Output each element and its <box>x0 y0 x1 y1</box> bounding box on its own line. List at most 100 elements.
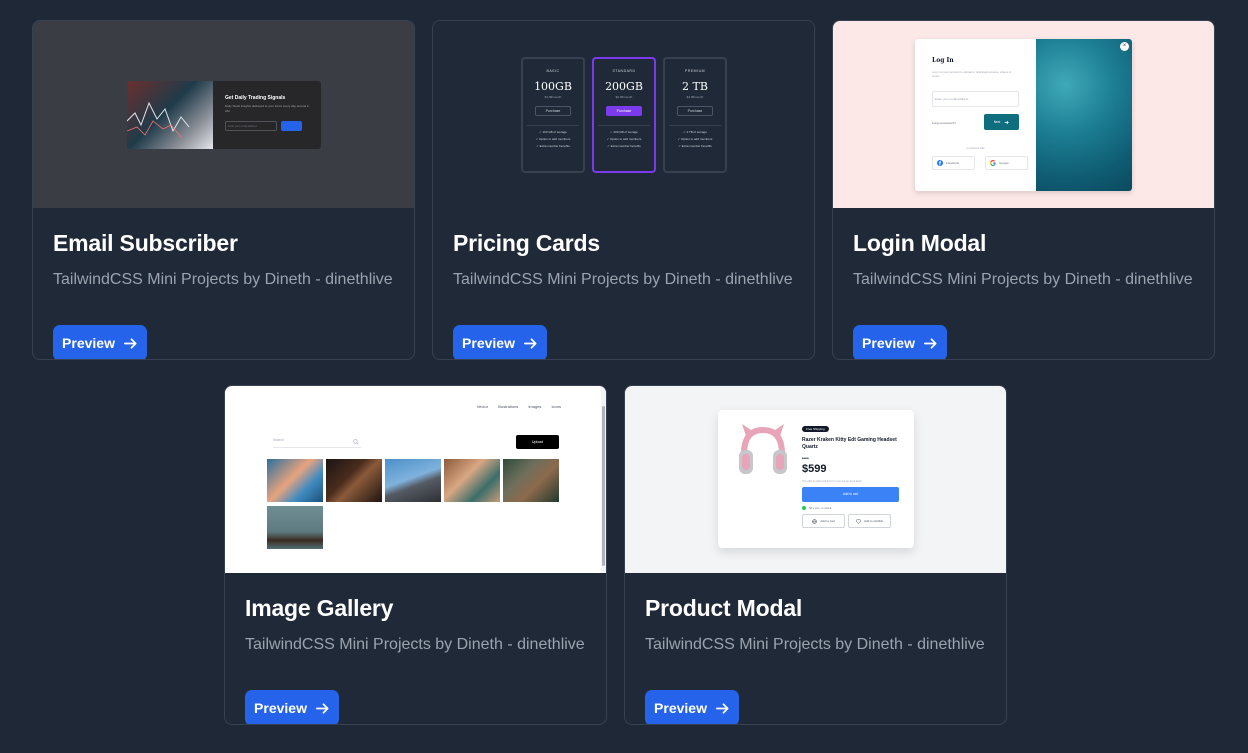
arrow-right-icon <box>524 337 537 349</box>
login-subtext: Log in to your account to upload or down… <box>932 70 1012 79</box>
gallery-scrollbar <box>601 386 606 573</box>
plan-feature: ✓ 100 GB of storage <box>539 130 567 134</box>
arrow-right-icon <box>124 337 137 349</box>
card-subtitle: TailwindCSS Mini Projects by Dineth - di… <box>453 271 793 288</box>
email-subscriber-box: Get Daily Trading Signals Daily Stock in… <box>127 81 321 149</box>
pricing-plan-standard: STANDARD 200GB $2.99/month Purchase ✓ 20… <box>592 57 656 173</box>
login-forgot-link: Forgot password? <box>932 121 957 125</box>
email-input: Enter your email address <box>225 121 277 131</box>
image-gallery-thumbnail: Vector Illustrations Images Icons Search… <box>225 386 606 573</box>
facebook-login-button: Facebook <box>932 156 975 170</box>
preview-label: Preview <box>62 335 115 351</box>
plan-size: 200GB <box>605 80 643 93</box>
plan-feature: ✓ Extra member benefits <box>678 144 712 148</box>
card-subtitle: TailwindCSS Mini Projects by Dineth - di… <box>53 271 393 288</box>
arrow-right-icon <box>1004 120 1010 124</box>
close-icon: × <box>1120 42 1129 51</box>
plan-feature: ✓ Extra member benefits <box>607 144 641 148</box>
gallery-image <box>385 459 441 502</box>
preview-button[interactable]: Preview <box>245 690 339 724</box>
card-subtitle: TailwindCSS Mini Projects by Dineth - di… <box>245 636 585 653</box>
preview-button[interactable]: Preview <box>453 325 547 359</box>
plan-divider <box>669 125 721 126</box>
preview-label: Preview <box>254 700 307 716</box>
plan-feature: ✓ 200 GB of storage <box>610 130 638 134</box>
plan-features: ✓ 2 TB of storage ✓ Option to add member… <box>665 129 725 150</box>
card-title: Image Gallery <box>245 595 394 621</box>
login-modal-box: Log In Log in to your account to upload … <box>915 39 1132 191</box>
preview-label: Preview <box>862 335 915 351</box>
plan-size: 2 TB <box>682 80 708 93</box>
plan-size: 100GB <box>534 80 572 93</box>
search-icon <box>353 439 359 445</box>
plan-purchase-button: Purchase <box>677 106 713 116</box>
plan-price: $2.99/month <box>615 95 633 99</box>
gallery-search-input: Search <box>273 438 361 448</box>
plan-price: $4.99/month <box>686 95 704 99</box>
gallery-nav-item: Icons <box>551 404 561 409</box>
email-heading: Get Daily Trading Signals <box>225 95 286 101</box>
project-card-login-modal: Log In Log in to your account to upload … <box>832 20 1215 360</box>
card-title: Login Modal <box>853 230 987 256</box>
product-modal-thumbnail: Free Shipping Razer Kraken Kitty Edt Gam… <box>625 386 1006 573</box>
headset-image <box>739 424 787 474</box>
login-heading: Log In <box>932 57 954 64</box>
plan-divider <box>598 125 650 126</box>
plan-tier: PREMIUM <box>684 69 706 73</box>
wishlist-label: Add to wishlist <box>863 519 884 523</box>
login-next-label: Next <box>993 120 1001 124</box>
heart-icon <box>855 518 861 524</box>
product-stock: 50+ pcs. in stock <box>802 506 832 511</box>
preview-button[interactable]: Preview <box>53 325 147 359</box>
gallery-nav-item: Illustrations <box>498 404 519 409</box>
facebook-icon <box>937 160 943 166</box>
preview-button[interactable]: Preview <box>645 690 739 724</box>
gallery-image <box>267 459 323 502</box>
arrow-right-icon <box>316 702 329 714</box>
plan-features: ✓ 200 GB of storage ✓ Option to add memb… <box>594 129 654 150</box>
pricing-plan-basic: BASIC 100GB $1.99/month Purchase ✓ 100 G… <box>521 57 585 173</box>
stock-label: 50+ pcs. in stock <box>809 506 832 510</box>
gallery-image <box>503 459 559 502</box>
card-title: Pricing Cards <box>453 230 600 256</box>
preview-button[interactable]: Preview <box>853 325 947 359</box>
product-price: $599 <box>802 463 827 475</box>
product-tag: Free Shipping <box>802 426 829 432</box>
email-subscriber-thumbnail: Get Daily Trading Signals Daily Stock in… <box>33 21 414 208</box>
product-name: Razer Kraken Kitty Edt Gaming Headset Qu… <box>802 437 897 450</box>
product-add-to-cart-button: Add to cart <box>802 487 899 502</box>
email-text: Daily Stock insights delivered to your i… <box>225 104 309 113</box>
plan-tier: STANDARD <box>612 69 636 73</box>
card-subtitle: TailwindCSS Mini Projects by Dineth - di… <box>853 271 1193 288</box>
google-login-button: Google <box>985 156 1028 170</box>
product-note: This offer is valid until April 3 or as … <box>802 480 862 483</box>
plan-purchase-button: Purchase <box>606 106 642 116</box>
plan-purchase-button: Purchase <box>535 106 571 116</box>
gallery-search-placeholder: Search <box>273 438 284 442</box>
plan-features: ✓ 100 GB of storage ✓ Option to add memb… <box>523 129 583 150</box>
login-email-input: Enter your email address <box>932 91 1019 107</box>
trading-chart-image <box>127 81 213 149</box>
plan-feature: ✓ Extra member benefits <box>536 144 570 148</box>
arrow-right-icon <box>716 702 729 714</box>
plan-tier: BASIC <box>546 69 560 73</box>
plan-feature: ✓ 2 TB of storage <box>683 130 707 134</box>
plan-feature: ✓ Option to add members <box>677 137 713 141</box>
product-old-price: $799 <box>802 456 809 460</box>
gallery-upload-button: Upload <box>516 435 559 449</box>
plan-feature: ✓ Option to add members <box>606 137 642 141</box>
project-card-pricing-cards: BASIC 100GB $1.99/month Purchase ✓ 100 G… <box>432 20 815 360</box>
card-title: Product Modal <box>645 595 803 621</box>
card-title: Email Subscriber <box>53 230 238 256</box>
gallery-image <box>326 459 382 502</box>
gallery-nav-item: Images <box>528 404 542 409</box>
card-subtitle: TailwindCSS Mini Projects by Dineth - di… <box>645 636 985 653</box>
google-label: Google <box>999 161 1009 165</box>
gallery-image <box>267 506 323 549</box>
product-wishlist-button: Add to wishlist <box>848 514 891 528</box>
gallery-nav: Vector Illustrations Images Icons <box>477 404 561 409</box>
water-image: × <box>1036 39 1132 191</box>
project-card-image-gallery: Vector Illustrations Images Icons Search… <box>224 385 607 725</box>
google-icon <box>990 160 996 166</box>
preview-label: Preview <box>654 700 707 716</box>
